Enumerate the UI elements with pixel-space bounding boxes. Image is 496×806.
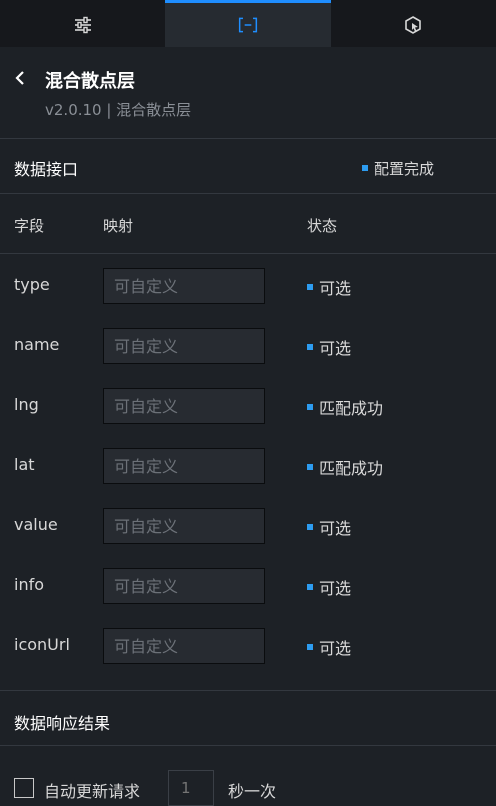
status-dot-icon [307,344,313,350]
table-row: value 可选 [0,495,496,555]
panel-tabs [0,0,496,47]
status-dot-icon [307,644,313,650]
interaction-icon [405,16,422,34]
field-status-label: 可选 [319,639,352,658]
status-dot-icon [307,284,313,290]
table-row: info 可选 [0,555,496,615]
auto-update-label[interactable]: 自动更新请求 [44,778,140,802]
mapping-input[interactable] [103,448,265,484]
sliders-icon [74,16,91,34]
field-status-label: 可选 [319,279,352,298]
mapping-input[interactable] [103,568,265,604]
data-interface-title: 数据接口 [14,160,79,179]
back-button[interactable] [12,69,28,87]
table-row: iconUrl 可选 [0,615,496,675]
table-row: name 可选 [0,315,496,375]
auto-update-row: 自动更新请求 秒一次 [0,766,496,806]
table-row: lat 匹配成功 [0,435,496,495]
mapping-input[interactable] [103,268,265,304]
field-status-label: 可选 [319,519,352,538]
column-status: 状态 [307,217,338,235]
interval-unit: 秒一次 [228,782,277,801]
mapping-input[interactable] [103,328,265,364]
mapping-input[interactable] [103,628,265,664]
field-status-label: 可选 [319,579,352,598]
field-name: value [14,515,58,534]
field-status: 可选 [307,635,351,659]
page-title: 混合散点层 [45,71,135,92]
tab-interaction[interactable] [331,0,496,47]
status-dot-icon [307,464,313,470]
field-status: 可选 [307,575,351,599]
field-name: lng [14,395,39,414]
status-dot-icon [307,584,313,590]
field-name: lat [14,455,35,474]
data-bracket-icon [238,17,258,33]
field-status-label: 匹配成功 [319,459,384,478]
field-name: info [14,575,45,594]
mapping-input[interactable] [103,508,265,544]
field-status: 可选 [307,335,351,359]
column-field: 字段 [14,217,45,235]
chevron-left-icon [15,71,24,85]
field-name: type [14,275,50,294]
table-row: type 可选 [0,255,496,315]
field-status-label: 可选 [319,339,352,358]
data-interface-header: 数据接口 配置完成 [0,139,496,197]
version-subtitle: v2.0.10 | 混合散点层 [45,101,192,119]
config-status-label: 配置完成 [374,159,435,178]
status-dot-icon [362,165,368,171]
field-name: iconUrl [14,635,70,654]
status-dot-icon [307,404,313,410]
divider [0,745,496,746]
config-status: 配置完成 [362,158,434,179]
divider [0,253,496,254]
tab-style[interactable] [0,0,165,47]
interval-input[interactable] [168,770,214,806]
column-mapping: 映射 [103,217,134,235]
field-table-header: 字段 映射 状态 [0,197,496,253]
field-status: 可选 [307,515,351,539]
divider [0,193,496,194]
mapping-input[interactable] [103,388,265,424]
field-name: name [14,335,60,354]
tab-data[interactable] [165,0,331,47]
auto-update-checkbox[interactable] [14,778,34,798]
table-row: lng 匹配成功 [0,375,496,435]
field-status-label: 匹配成功 [319,399,384,418]
field-status: 可选 [307,275,351,299]
panel-header: 混合散点层 v2.0.10 | 混合散点层 [0,47,496,135]
field-status: 匹配成功 [307,395,383,419]
response-title[interactable]: 数据响应结果 [14,710,110,734]
status-dot-icon [307,524,313,530]
field-status: 匹配成功 [307,455,383,479]
divider [0,690,496,691]
